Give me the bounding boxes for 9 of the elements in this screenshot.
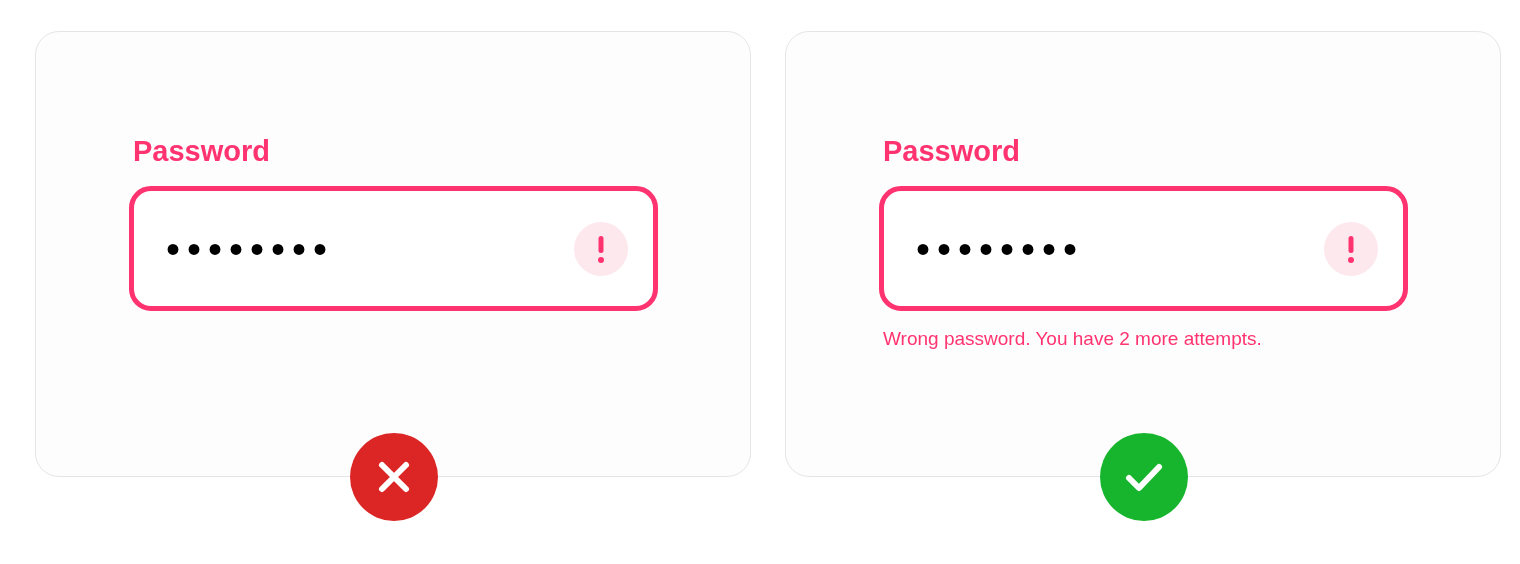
password-value: ••••••••: [166, 228, 335, 269]
error-message: Wrong password. You have 2 more attempts.: [882, 327, 1263, 351]
alert-icon: [1324, 221, 1378, 276]
field-label: Password: [132, 134, 271, 169]
password-field[interactable]: ••••••••: [879, 186, 1408, 311]
password-value: ••••••••: [916, 228, 1085, 269]
password-field[interactable]: ••••••••: [129, 186, 658, 311]
field-label: Password: [882, 134, 1021, 169]
alert-icon: [574, 221, 628, 276]
